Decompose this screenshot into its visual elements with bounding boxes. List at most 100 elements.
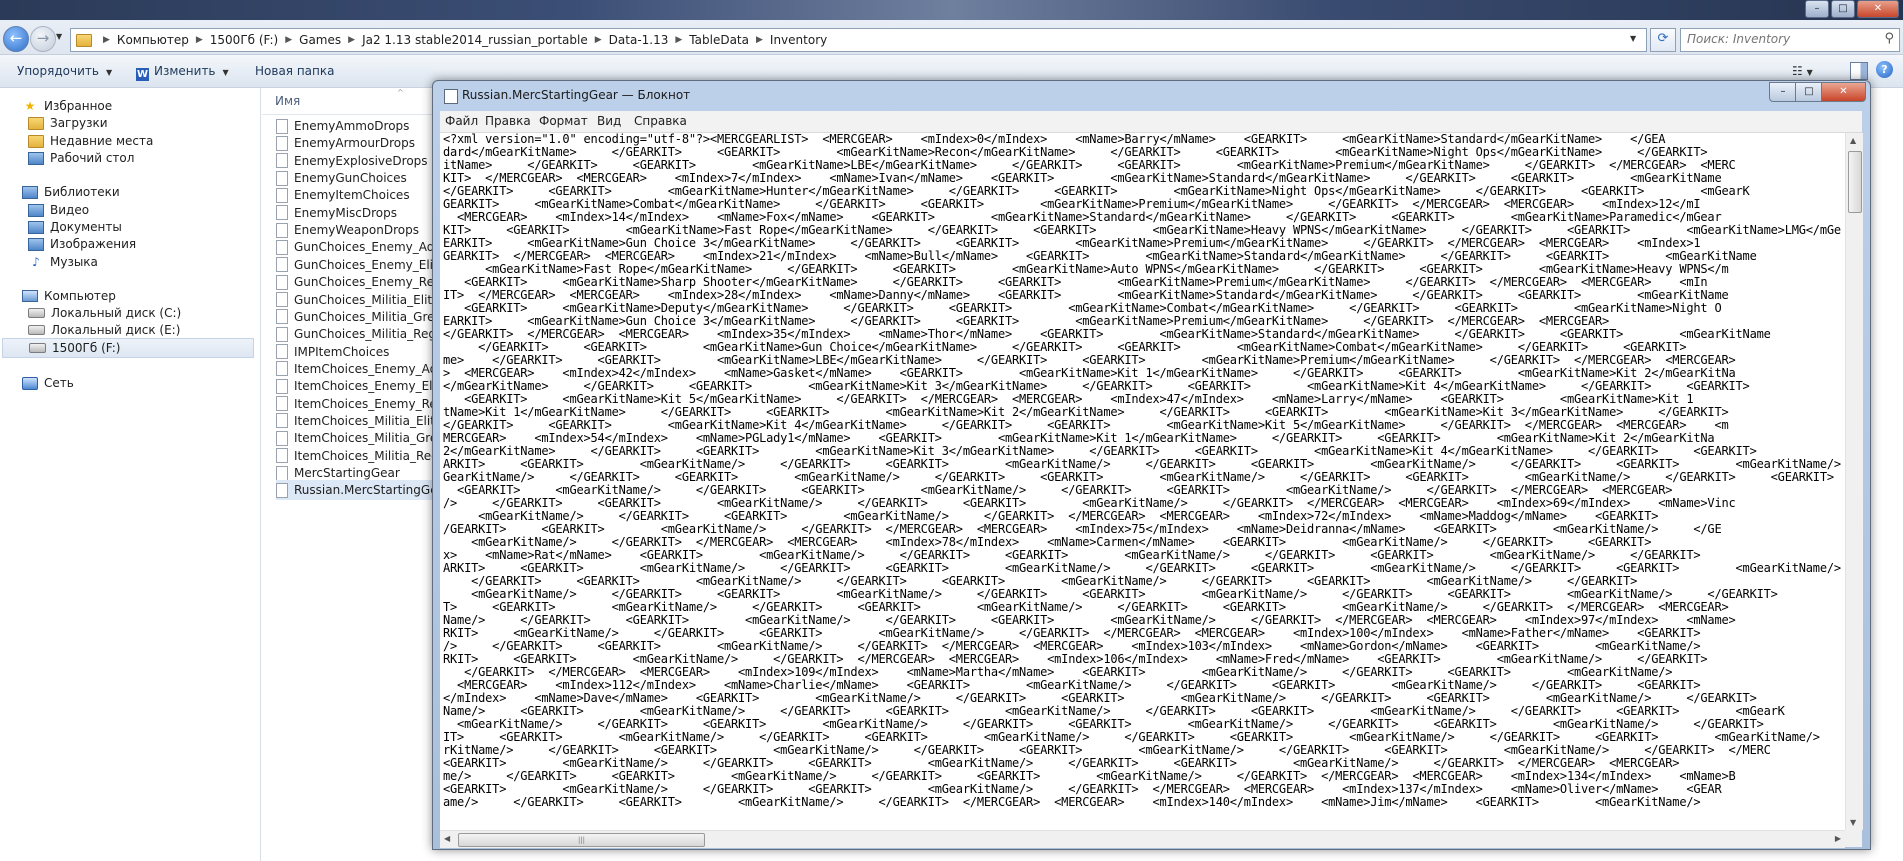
menu-view[interactable]: Вид [597,114,621,128]
search-input[interactable] [1681,29,1877,49]
recent-places-icon [28,134,44,148]
forward-button[interactable]: → [30,26,56,52]
scroll-down-icon[interactable]: ▼ [1850,818,1856,827]
breadcrumb-computer[interactable]: Компьютер [117,33,189,47]
file-item-label: Russian.MercStartingGear [294,483,437,498]
xml-file-icon [276,153,288,169]
file-list: Имя ^ EnemyAmmoDrops EnemyArmourDrops Enem… [262,88,437,861]
nav-network[interactable]: Сеть [22,373,74,393]
column-name-label: Имя [275,94,301,108]
notepad-icon [444,89,458,104]
nav-downloads[interactable]: Загрузки [28,113,108,133]
explorer-window-controls: – □ ✕ [1805,0,1899,18]
chevron-down-icon: ▼ [222,68,229,77]
vertical-scroll-thumb[interactable] [1848,151,1862,213]
breadcrumb-separator-icon[interactable]: ▶ [595,35,602,45]
local-disk-icon [28,325,45,335]
breadcrumb-tabledata[interactable]: TableData [689,33,749,47]
xml-file-icon [276,135,288,151]
help-icon: ? [1881,63,1888,76]
preview-pane-icon[interactable] [1850,62,1868,80]
menu-help[interactable]: Справка [634,114,687,128]
breadcrumb-games[interactable]: Games [299,33,341,47]
file-item[interactable]: Russian.MercStartingGear [276,480,437,501]
resize-grip[interactable] [1845,830,1862,847]
xml-file-icon [276,239,288,255]
chevron-down-icon: ▼ [105,68,113,77]
nav-music[interactable]: ♪ Музыка [28,252,98,272]
nav-drive-e[interactable]: Локальный диск (E:) [28,320,180,340]
explorer-minimize-button[interactable]: – [1805,0,1829,18]
menu-edit[interactable]: Правка [485,114,531,128]
breadcrumb-separator-icon[interactable]: ▶ [756,35,763,45]
breadcrumb-data-113[interactable]: Data-1.13 [609,33,669,47]
new-folder-button[interactable]: Новая папка [255,64,334,78]
downloads-folder-icon [28,116,44,130]
refresh-button[interactable]: ⟳ [1650,28,1676,52]
local-disk-icon [28,308,45,318]
xml-file-icon [276,257,288,273]
nav-pictures[interactable]: Изображения [28,234,136,254]
notepad-title-bar[interactable]: Russian.MercStartingGear — Блокнот – □ ✕ [433,81,1870,110]
breadcrumb-separator-icon[interactable]: ▶ [675,35,682,45]
sort-ascending-icon: ^ [397,88,404,97]
new-folder-label: Новая папка [255,64,335,78]
explorer-maximize-button[interactable]: □ [1831,0,1855,18]
menu-file[interactable]: Файл [445,114,478,128]
view-list-icon: ☷ [1792,64,1803,78]
scroll-right-icon[interactable]: ▶ [1835,834,1841,843]
xml-file-icon [276,274,288,290]
nav-drive-e-label: Локальный диск (E:) [51,323,181,337]
breadcrumb-inventory[interactable]: Inventory [770,33,827,47]
notepad-window: Russian.MercStartingGear — Блокнот – □ ✕… [432,80,1871,850]
column-header-name[interactable]: Имя ^ [262,88,437,115]
notepad-text-content: <?xml version="1.0" encoding="utf-8"?><M… [443,133,1841,809]
search-box: ⚲ [1680,28,1900,52]
xml-file-icon [276,187,288,203]
recent-pages-chevron-down-icon[interactable]: ▼ [56,32,62,41]
xml-file-icon [276,448,288,464]
xml-file-icon [276,430,288,446]
scroll-up-icon[interactable]: ▲ [1850,136,1856,145]
libraries-icon [22,185,38,199]
network-icon [22,376,38,390]
menu-format[interactable]: Формат [539,114,588,128]
search-icon[interactable]: ⚲ [1884,31,1894,46]
breadcrumb-separator-icon[interactable]: ▶ [103,35,110,45]
nav-drive-f-label: 1500Гб (F:) [52,341,121,355]
notepad-maximize-button[interactable]: □ [1795,82,1823,102]
address-history-chevron-down-icon[interactable]: ▼ [1630,34,1636,43]
breadcrumb-separator-icon[interactable]: ▶ [348,35,355,45]
explorer-title-bar: – □ ✕ [0,0,1903,20]
nav-downloads-label: Загрузки [50,116,108,130]
documents-library-icon [28,220,44,234]
breadcrumb-drive-f[interactable]: 1500Гб (F:) [210,33,278,47]
breadcrumb-separator-icon[interactable]: ▶ [196,35,203,45]
xml-file-icon [276,118,288,134]
breadcrumb-separator-icon[interactable]: ▶ [285,35,292,45]
back-button[interactable]: ← [3,26,29,52]
breadcrumb-ja2-folder[interactable]: Ja2 1.13 stable2014_russian_portable [362,33,588,47]
notepad-minimize-button[interactable]: – [1769,82,1797,102]
explorer-close-button[interactable]: ✕ [1857,0,1899,18]
horizontal-scroll-thumb[interactable]: ||| [458,833,705,847]
nav-drive-f[interactable]: 1500Гб (F:) [2,338,254,358]
nav-libraries[interactable]: Библиотеки [22,182,120,202]
vertical-scrollbar[interactable]: ▲ ▼ [1845,133,1863,830]
notepad-text-area[interactable]: <?xml version="1.0" encoding="utf-8"?><M… [440,133,1845,830]
help-button[interactable]: ? [1876,61,1893,78]
back-arrow-icon: ← [9,29,23,47]
organize-button[interactable]: Упорядочить ▼ [17,64,112,78]
nav-desktop-label: Рабочий стол [50,151,135,165]
scroll-left-icon[interactable]: ◀ [444,834,450,843]
horizontal-scrollbar[interactable]: ◀ ||| ▶ [440,830,1845,848]
nav-network-label: Сеть [44,376,74,390]
nav-desktop[interactable]: Рабочий стол [28,148,134,168]
xml-file-icon [276,396,288,412]
notepad-close-button[interactable]: ✕ [1821,82,1866,102]
change-view-button[interactable]: ☷ ▼ [1792,64,1813,78]
address-bar[interactable]: ▶ Компьютер ▶ 1500Гб (F:) ▶ Games ▶ Ja2 … [70,28,1647,52]
desktop-icon [28,151,44,165]
edit-button[interactable]: W Изменить ▼ [136,64,229,81]
xml-file-icon [276,292,288,307]
